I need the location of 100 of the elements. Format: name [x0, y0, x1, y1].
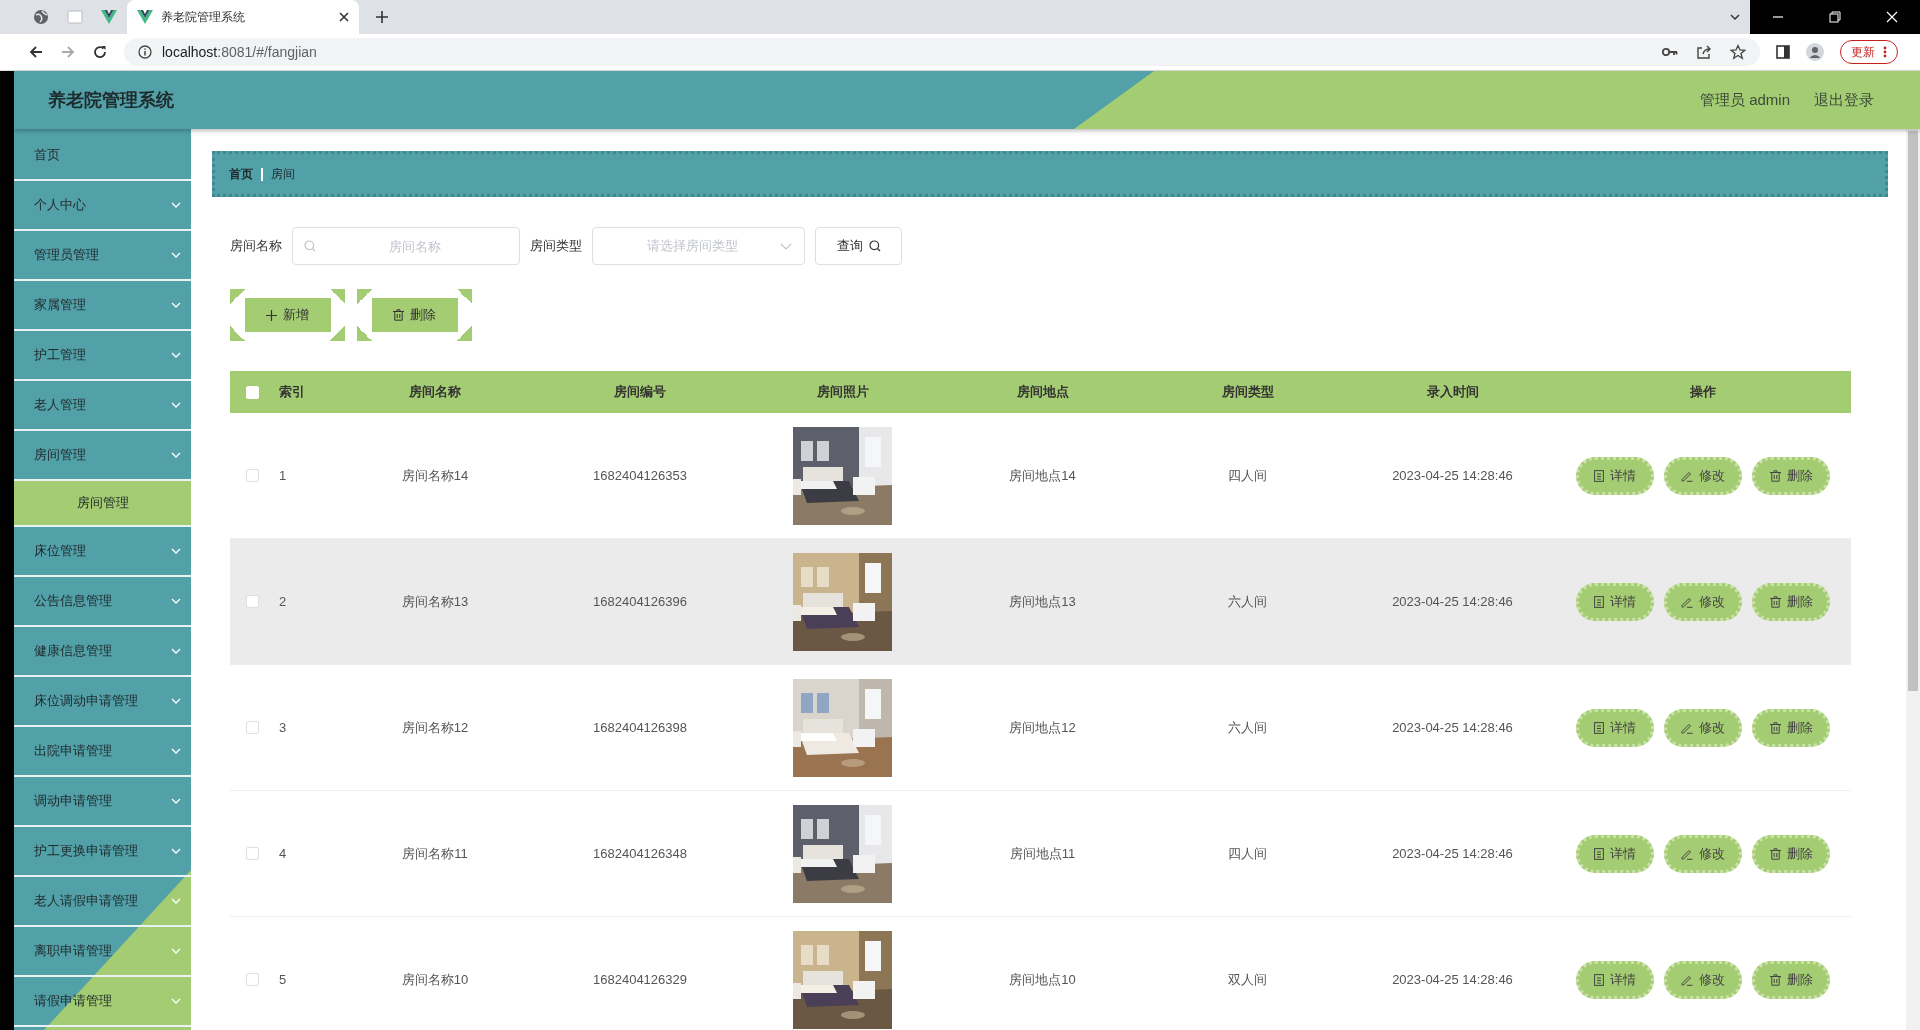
- table-row[interactable]: 2 房间名称13 1682404126396 房间地点13 六人间 2023-04-25 14:28:46 详情 修改 删除: [230, 539, 1851, 665]
- tab-title: 养老院管理系统: [161, 8, 246, 26]
- document-icon: [1594, 595, 1604, 608]
- v-logo-icon[interactable]: [101, 10, 117, 24]
- sidebar-item[interactable]: 护工管理: [14, 331, 191, 381]
- chevron-icon: [171, 748, 181, 754]
- pen-icon: [1681, 847, 1693, 860]
- column-header: 操作: [1690, 383, 1716, 401]
- search-icon: [868, 240, 881, 252]
- breadcrumb-link[interactable]: 首页: [229, 165, 253, 183]
- table-cell: 房间名称13: [401, 592, 469, 611]
- logout-link[interactable]: 退出登录: [1814, 90, 1874, 110]
- restore-icon[interactable]: [1829, 11, 1841, 23]
- sidebar-item[interactable]: 管理员管理: [14, 231, 191, 281]
- trash-icon: [393, 309, 404, 321]
- sidebar-item[interactable]: 离职申请管理: [14, 927, 191, 977]
- avatar-icon[interactable]: [1806, 43, 1824, 61]
- table-cell: 2023-04-25 14:28:46: [1392, 594, 1513, 609]
- sidebar-item[interactable]: 老人请假申请管理: [14, 877, 191, 927]
- delete-button[interactable]: 删除: [1752, 708, 1830, 747]
- chevron-icon: [171, 898, 181, 904]
- sidebar-subitem[interactable]: 房间管理: [14, 481, 191, 527]
- detail-button[interactable]: 详情: [1576, 960, 1654, 999]
- row-checkbox[interactable]: [246, 595, 259, 608]
- new-tab-icon[interactable]: [375, 10, 389, 24]
- trash-icon: [1769, 721, 1781, 734]
- table-cell: 房间名称14: [401, 466, 469, 485]
- table-cell: 房间名称11: [402, 844, 468, 863]
- table-cell: 2023-04-25 14:28:46: [1392, 972, 1513, 987]
- row-checkbox[interactable]: [246, 721, 259, 734]
- detail-button[interactable]: 详情: [1576, 456, 1654, 495]
- table-cell: 2: [279, 594, 287, 609]
- table-cell: 1682404126396: [593, 594, 687, 609]
- sidebar-item[interactable]: 健康信息管理: [14, 627, 191, 677]
- star-icon[interactable]: [1730, 44, 1746, 60]
- edit-button[interactable]: 修改: [1664, 582, 1742, 621]
- column-header: 房间照片: [816, 383, 869, 401]
- chevron-icon: [171, 352, 181, 358]
- delete-button[interactable]: 删除: [1752, 456, 1830, 495]
- sidebar-item[interactable]: 护工更换申请管理: [14, 827, 191, 877]
- sidebar-item[interactable]: 个人中心: [14, 181, 191, 231]
- table-cell: 1682404126348: [593, 846, 687, 861]
- edit-button[interactable]: 修改: [1664, 456, 1742, 495]
- table-cell: 2023-04-25 14:28:46: [1392, 468, 1513, 483]
- table-cell: 房间地点13: [1009, 592, 1076, 611]
- delete-button[interactable]: 删除: [1752, 960, 1830, 999]
- delete-button[interactable]: 删除: [1752, 582, 1830, 621]
- room-name-field[interactable]: 房间名称: [292, 227, 520, 265]
- chevron-icon[interactable]: [1730, 13, 1740, 21]
- pen-icon: [1681, 721, 1693, 734]
- side-panel-icon[interactable]: [1776, 45, 1790, 59]
- table-cell: 房间名称12: [401, 718, 469, 737]
- update-button[interactable]: 更新: [1840, 40, 1898, 64]
- trash-icon: [1769, 973, 1781, 986]
- sidebar-item[interactable]: 床位管理: [14, 527, 191, 577]
- close-icon[interactable]: [339, 12, 349, 22]
- filter-label: 房间类型: [530, 237, 582, 255]
- filter-label: 房间名称: [230, 237, 282, 255]
- search-icon: [304, 240, 316, 252]
- edit-button[interactable]: 修改: [1664, 960, 1742, 999]
- info-icon[interactable]: [138, 45, 152, 59]
- sidebar-item[interactable]: 床位调动申请管理: [14, 677, 191, 727]
- delete-button[interactable]: 删除: [1752, 834, 1830, 873]
- breadcrumb-link[interactable]: 房间: [271, 165, 295, 183]
- share-icon[interactable]: [1696, 44, 1712, 60]
- column-header: 房间编号: [614, 383, 666, 401]
- row-checkbox[interactable]: [246, 469, 259, 482]
- chevron-icon: [171, 548, 181, 554]
- table-cell: 双人间: [1228, 970, 1267, 989]
- reload-icon[interactable]: [92, 44, 108, 60]
- globe-icon[interactable]: [33, 9, 49, 25]
- row-checkbox[interactable]: [246, 847, 259, 860]
- edit-button[interactable]: 修改: [1664, 834, 1742, 873]
- sidebar-item[interactable]: 老人管理: [14, 381, 191, 431]
- query-button[interactable]: 查询: [815, 227, 902, 265]
- chevron-icon: [171, 402, 181, 408]
- back-icon[interactable]: [28, 44, 44, 60]
- row-checkbox[interactable]: [246, 973, 259, 986]
- chevron-icon: [171, 798, 181, 804]
- address-field[interactable]: localhost:8081/#/fangjian: [124, 38, 1760, 66]
- sidebar-item[interactable]: 出院申请管理: [14, 727, 191, 777]
- sidebar-item[interactable]: 首页: [14, 131, 191, 181]
- delete-button[interactable]: 删除: [357, 289, 472, 341]
- detail-button[interactable]: 详情: [1576, 708, 1654, 747]
- key-icon[interactable]: [1662, 46, 1678, 58]
- select-all-checkbox[interactable]: [246, 385, 259, 399]
- table-cell: 六人间: [1228, 592, 1267, 611]
- sidebar-item[interactable]: 家属管理: [14, 281, 191, 331]
- detail-button[interactable]: 详情: [1576, 582, 1654, 621]
- sidebar-item[interactable]: 调动申请管理: [14, 777, 191, 827]
- sidebar-item[interactable]: 公告信息管理: [14, 577, 191, 627]
- add-button[interactable]: 新增: [230, 289, 345, 341]
- document-icon: [1594, 847, 1604, 860]
- pen-icon: [1681, 595, 1693, 608]
- table-cell: 3: [279, 720, 287, 735]
- browser-tab[interactable]: 养老院管理系统: [127, 0, 359, 34]
- edit-button[interactable]: 修改: [1664, 708, 1742, 747]
- sidebar-item[interactable]: 请假申请管理: [14, 977, 191, 1027]
- scrollbar-thumb[interactable]: [1908, 131, 1918, 691]
- detail-button[interactable]: 详情: [1576, 834, 1654, 873]
